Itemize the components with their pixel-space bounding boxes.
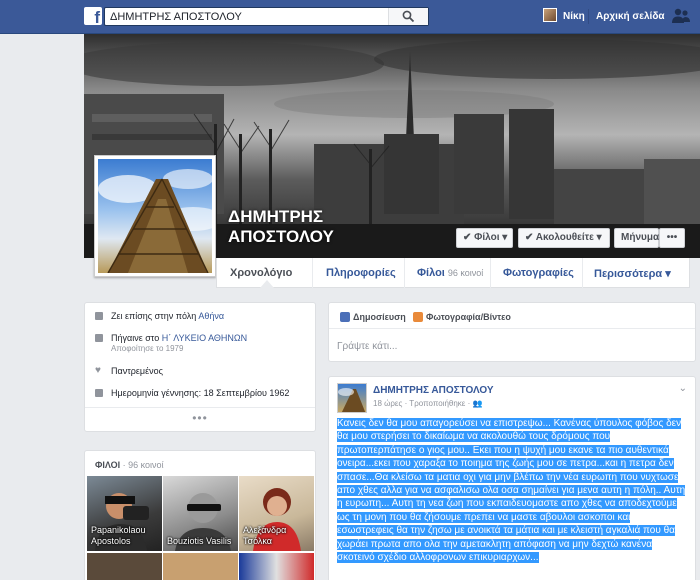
intro-lives-label: Ζει επίσης στην πόλη — [111, 311, 199, 321]
status-input[interactable]: Γράψτε κάτι... — [337, 341, 397, 352]
active-tab-indicator — [260, 280, 274, 288]
profile-name-line-1: ΔΗΜΗΤΡΗΣ — [228, 207, 324, 226]
pencil-icon — [340, 312, 350, 322]
more-options-button[interactable]: ••• — [659, 228, 685, 248]
friend-tile[interactable]: Papanikolaou Apostolos — [87, 476, 162, 551]
user-name-link[interactable]: Νίκη — [563, 11, 585, 22]
friend-name: Papanikolaou Apostolos — [91, 525, 146, 546]
divider — [588, 9, 589, 24]
profile-name-line-2: ΑΠΟΣΤΟΛΟΥ — [228, 227, 334, 246]
friend-tile[interactable] — [87, 553, 162, 580]
home-link[interactable]: Αρχική σελίδα — [596, 11, 665, 22]
search-icon — [402, 10, 415, 23]
tab-friends-label: Φίλοι — [417, 267, 445, 279]
divider — [490, 258, 491, 288]
post-meta: 18 ώρες · Τροποποιήθηκε · 👥 — [373, 399, 482, 408]
friends-button[interactable]: ✔ Φίλοι ▾ — [456, 228, 513, 248]
friend-tile[interactable] — [239, 553, 314, 580]
friends-card-title[interactable]: ΦΙΛΟΙ · 96 κοινοί — [95, 460, 164, 470]
top-bar: f ΔΗΜΗΤΡΗΣ ΑΠΟΣΤΟΛΟΥ Νίκη Αρχική σελίδα — [0, 0, 700, 34]
tab-timeline[interactable]: Χρονολόγιο — [230, 267, 292, 279]
search-input[interactable]: ΔΗΜΗΤΡΗΣ ΑΠΟΣΤΟΛΟΥ — [110, 11, 242, 23]
composer: Δημοσίευση Φωτογραφία/Βίντεο Γράψτε κάτι… — [328, 302, 696, 362]
friend-tile[interactable]: Αλεξάνδρα Τσόλκα — [239, 476, 314, 551]
composer-tab-post-label: Δημοσίευση — [353, 312, 406, 322]
composer-tab-post[interactable]: Δημοσίευση — [340, 312, 406, 322]
profile-name: ΔΗΜΗΤΡΗΣ ΑΠΟΣΤΟΛΟΥ — [228, 207, 368, 247]
friend-name: Αλεξάνδρα Τσόλκα — [243, 525, 287, 546]
divider — [329, 328, 695, 329]
tab-more[interactable]: Περισσότερα ▾ — [594, 267, 671, 280]
friend-tile[interactable]: Bouziotis Vasilis — [163, 476, 238, 551]
intro-birthday-text: Ημερομηνία γέννησης: 18 Σεπτεμβρίου 1962 — [111, 388, 290, 398]
post-card: ΔΗΜΗΤΡΗΣ ΑΠΟΣΤΟΛΟΥ 18 ώρες · Τροποποιήθη… — [328, 376, 696, 580]
post-timestamp[interactable]: 18 ώρες · Τροποποιήθηκε · — [373, 399, 470, 408]
user-avatar[interactable] — [543, 8, 557, 22]
post-author-avatar[interactable] — [337, 383, 367, 413]
calendar-icon — [95, 389, 103, 397]
intro-school-label: Πήγαινε στο — [111, 333, 162, 343]
friend-tile[interactable] — [163, 553, 238, 580]
message-button[interactable]: Μήνυμα — [614, 228, 659, 248]
search-box[interactable]: ΔΗΜΗΤΡΗΣ ΑΠΟΣΤΟΛΟΥ — [104, 7, 429, 26]
post-text-selected: Κανεις δεν θα μου απαγορεύσει να επιστρε… — [337, 418, 686, 564]
tab-about[interactable]: Πληροφορίες — [326, 267, 396, 279]
post-author-name[interactable]: ΔΗΜΗΤΡΗΣ ΑΠΟΣΤΟΛΟΥ — [373, 385, 494, 396]
intro-relationship-text: Παντρεμένος — [111, 366, 163, 376]
education-icon — [95, 334, 103, 342]
intro-card: Ζει επίσης στην πόλη Αθήνα Πήγαινε στο Η… — [84, 302, 316, 432]
friends-card: ΦΙΛΟΙ · 96 κοινοί Papanikolaou Apostolos… — [84, 450, 316, 580]
tab-photos[interactable]: Φωτογραφίες — [503, 267, 574, 279]
profile-image — [98, 159, 212, 273]
search-button[interactable] — [388, 8, 428, 25]
intro-school-sub: Αποφοίτησε το 1979 — [111, 344, 184, 353]
home-icon — [95, 312, 103, 320]
city-link[interactable]: Αθήνα — [198, 311, 224, 321]
divider — [404, 258, 405, 288]
following-button[interactable]: ✔ Ακολουθείτε ▾ — [518, 228, 610, 248]
heart-icon: ♥ — [95, 365, 101, 376]
post-body: Κανεις δεν θα μου απαγορεύσει να επιστρε… — [337, 417, 687, 564]
divider — [582, 258, 583, 288]
friends-title-label: ΦΙΛΟΙ — [95, 460, 121, 470]
friends-title-count: · 96 κοινοί — [120, 460, 164, 470]
facebook-logo-icon[interactable]: f — [84, 7, 102, 25]
composer-tab-photo-label: Φωτογραφία/Βίντεο — [426, 312, 511, 322]
audience-friends-icon[interactable]: 👥 — [473, 399, 483, 408]
tab-friends-count: 96 κοινοί — [447, 268, 484, 278]
composer-tab-photo[interactable]: Φωτογραφία/Βίντεο — [413, 312, 511, 322]
divider — [312, 258, 313, 288]
photo-icon — [413, 312, 423, 322]
tab-friends[interactable]: Φίλοι 96 κοινοί — [417, 267, 483, 279]
profile-nav: Χρονολόγιο Πληροφορίες Φίλοι 96 κοινοί Φω… — [216, 258, 690, 288]
intro-more-button[interactable]: ••• — [85, 407, 315, 431]
friend-requests-icon[interactable] — [671, 7, 691, 25]
school-link[interactable]: Η΄ ΛΥΚΕΙΟ ΑΘΗΝΩΝ — [162, 333, 247, 343]
profile-picture[interactable] — [94, 155, 216, 277]
post-options-chevron-icon[interactable]: ⌄ — [679, 383, 687, 394]
friend-name: Bouziotis Vasilis — [167, 536, 232, 546]
